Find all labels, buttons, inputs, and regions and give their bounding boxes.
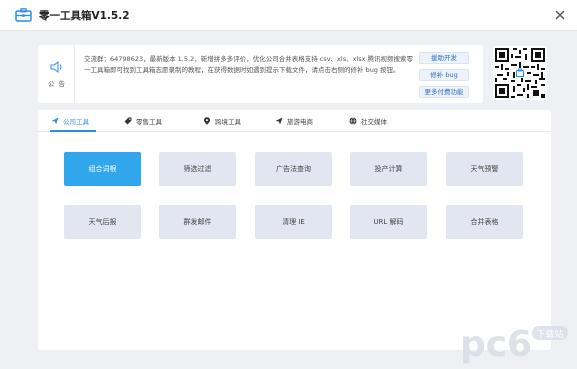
- globe-icon: [349, 117, 357, 125]
- app-title: 零一工具箱V1.5.2: [39, 10, 130, 22]
- tool-combine-roots-button[interactable]: 组合词根: [64, 152, 141, 186]
- title-bar: 零一工具箱V1.5.2: [0, 0, 577, 31]
- tool-filter-button[interactable]: 筛选过滤: [159, 152, 236, 186]
- location-pin-icon: [204, 117, 210, 125]
- notice-label: 公 告: [47, 80, 67, 88]
- tool-url-decode-button[interactable]: URL 解码: [350, 205, 427, 239]
- tab-crossborder-tools[interactable]: 跨境工具: [203, 110, 241, 132]
- speaker-icon: [50, 61, 62, 73]
- tool-weather-history-button[interactable]: 天气后报: [64, 205, 141, 239]
- tool-mass-email-button[interactable]: 群发邮件: [159, 205, 236, 239]
- toolbox-icon: [15, 8, 32, 22]
- tag-icon: [124, 117, 132, 125]
- tab-label: 零售工具: [136, 118, 162, 126]
- notice-header: 公 告: [38, 45, 75, 103]
- tab-social-media[interactable]: 社交媒体: [349, 110, 387, 132]
- notice-text: 交流群：64798623，最新版本 1.5.2，新增拼多多评价，优化公司合并表格…: [84, 55, 414, 74]
- tool-weather-alert-button[interactable]: 天气预警: [446, 152, 523, 186]
- paper-plane-icon: [51, 117, 59, 125]
- tab-label: 公司工具: [63, 118, 89, 126]
- svg-text:下载站: 下载站: [536, 328, 563, 340]
- support-dev-button[interactable]: 援助开发: [419, 52, 469, 64]
- tab-company-tools[interactable]: 公司工具: [51, 110, 89, 132]
- paper-plane-icon: [275, 117, 283, 125]
- tab-retail-tools[interactable]: 零售工具: [124, 110, 162, 132]
- notice-panel: 公 告 交流群：64798623，最新版本 1.5.2，新增拼多多评价，优化公司…: [38, 45, 483, 103]
- pc6-watermark-logo: pc 6 下载站: [460, 324, 568, 364]
- tab-bar: 公司工具 零售工具 跨境工具 旅游电商 社交媒体: [38, 110, 551, 132]
- tab-label: 社交媒体: [361, 118, 387, 126]
- tool-merge-sheets-button[interactable]: 合并表格: [446, 205, 523, 239]
- tool-roi-calc-button[interactable]: 投产计算: [350, 152, 427, 186]
- tab-label: 旅游电商: [287, 118, 313, 126]
- qr-code-image: [493, 46, 547, 100]
- tool-ad-law-query-button[interactable]: 广告法查询: [255, 152, 332, 186]
- paid-features-button[interactable]: 更多付费功能: [419, 86, 469, 98]
- svg-text:pc: pc: [460, 324, 507, 364]
- active-tab-indicator: [50, 130, 96, 132]
- svg-text:6: 6: [507, 324, 532, 364]
- fix-bug-button[interactable]: 修补 bug: [419, 69, 469, 81]
- tab-label: 跨境工具: [215, 118, 241, 126]
- close-icon[interactable]: [552, 7, 568, 23]
- tab-travel-ecommerce[interactable]: 旅游电商: [275, 110, 313, 132]
- tool-clear-ie-button[interactable]: 清理 IE: [255, 205, 332, 239]
